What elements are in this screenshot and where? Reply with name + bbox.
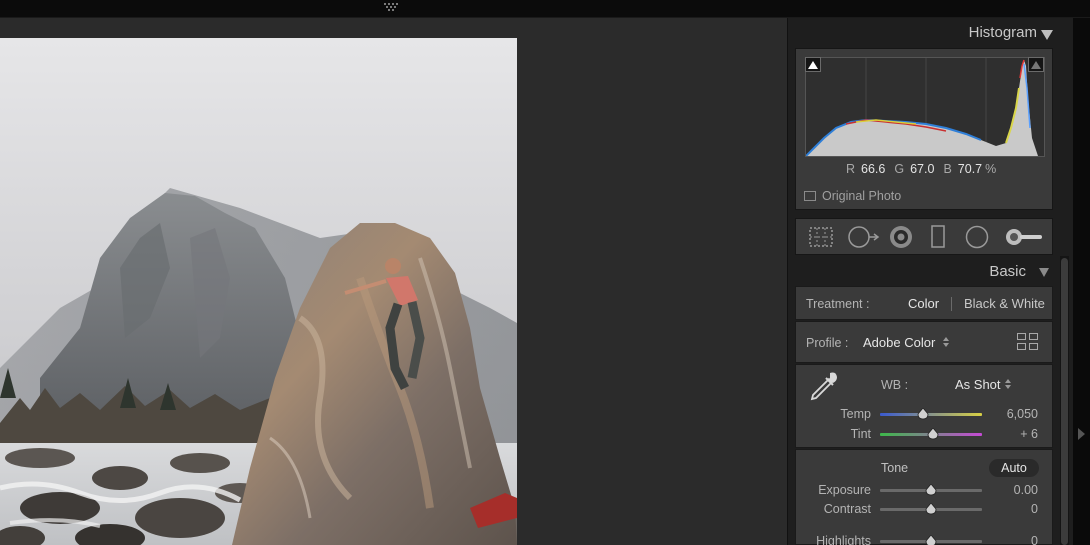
contrast-value[interactable]: 0 xyxy=(986,502,1038,516)
tint-label: Tint xyxy=(850,427,871,441)
treatment-section: Treatment : Color Black & White xyxy=(795,286,1053,320)
profile-updown-icon[interactable] xyxy=(943,337,949,347)
tint-slider-thumb[interactable] xyxy=(927,428,939,440)
g-value: 67.0 xyxy=(910,162,935,176)
original-photo-checkbox[interactable] xyxy=(804,191,816,201)
panel-scrollbar[interactable] xyxy=(1060,256,1069,545)
histogram-header[interactable]: Histogram xyxy=(795,22,1055,44)
wb-label: WB : xyxy=(881,378,909,392)
histogram-graph[interactable] xyxy=(805,57,1045,157)
top-panel-grip-icon[interactable] xyxy=(384,3,402,13)
exposure-value[interactable]: 0.00 xyxy=(986,483,1038,497)
original-photo-label: Original Photo xyxy=(822,189,902,203)
original-photo-toggle[interactable]: Original Photo xyxy=(804,189,901,203)
eyedropper-icon[interactable] xyxy=(806,369,840,408)
white-balance-section: WB : As Shot Temp 6,050 Tint + 6 xyxy=(795,364,1053,448)
exposure-label: Exposure xyxy=(818,483,871,497)
crop-overlay-icon[interactable] xyxy=(808,225,834,249)
contrast-label: Contrast xyxy=(823,502,871,516)
r-label: R xyxy=(846,162,856,176)
photo-preview-image[interactable] xyxy=(0,38,517,545)
tone-label: Tone xyxy=(881,461,909,475)
profile-label: Profile : xyxy=(806,336,849,350)
highlights-slider-thumb[interactable] xyxy=(925,535,937,545)
wb-updown-icon[interactable] xyxy=(1005,379,1011,389)
radial-filter-icon[interactable] xyxy=(964,225,990,249)
highlights-value[interactable]: 0 xyxy=(986,534,1038,545)
basic-title: Basic xyxy=(989,263,1026,280)
b-label: B xyxy=(943,162,952,176)
profile-section: Profile : Adobe Color xyxy=(795,321,1053,363)
treatment-bw-option[interactable]: Black & White xyxy=(964,296,1045,311)
percent-unit: % xyxy=(985,162,997,176)
highlight-clipping-toggle[interactable] xyxy=(1028,57,1044,72)
graduated-filter-icon[interactable] xyxy=(930,225,946,249)
temp-label: Temp xyxy=(840,407,871,421)
treatment-divider xyxy=(951,297,952,311)
exposure-slider-thumb[interactable] xyxy=(925,484,937,496)
profile-browser-grid-icon[interactable] xyxy=(1017,333,1039,351)
expand-arrow-icon[interactable] xyxy=(1078,428,1085,440)
photo-illustration xyxy=(0,38,517,545)
tone-section: Tone Auto Exposure 0.00 Contrast 0 Highl… xyxy=(795,449,1053,545)
top-panel-toggle-strip[interactable] xyxy=(0,0,1090,18)
rgb-readout: R 66.6 G 67.0 B 70.7% xyxy=(846,162,996,176)
collapse-triangle-icon[interactable] xyxy=(1041,30,1053,40)
temp-slider-track[interactable] xyxy=(880,413,982,416)
basic-header[interactable]: Basic xyxy=(795,260,1053,282)
wb-dropdown[interactable]: As Shot xyxy=(955,377,1001,392)
adjustment-brush-icon[interactable] xyxy=(1004,225,1044,249)
contrast-slider-thumb[interactable] xyxy=(925,503,937,515)
panel-scrollbar-thumb[interactable] xyxy=(1061,258,1068,545)
tool-strip xyxy=(795,218,1053,255)
g-label: G xyxy=(894,162,905,176)
lightroom-develop-window: Histogram R66.6G67.0B70.7% Original xyxy=(0,0,1090,545)
histogram-curve xyxy=(806,58,1038,156)
collapse-triangle-icon[interactable] xyxy=(1039,268,1049,277)
b-value: 70.7 xyxy=(957,162,983,176)
r-value: 66.6 xyxy=(861,162,886,176)
temp-slider-thumb[interactable] xyxy=(917,408,929,420)
highlights-label: Highlights xyxy=(816,534,871,545)
treatment-label: Treatment : xyxy=(806,297,870,311)
treatment-color-option[interactable]: Color xyxy=(908,296,939,311)
red-eye-icon[interactable] xyxy=(888,225,914,249)
profile-dropdown[interactable]: Adobe Color xyxy=(863,335,935,350)
photo-canvas[interactable] xyxy=(0,18,787,545)
histogram-panel: R 66.6 G 67.0 B 70.7% Original Photo xyxy=(795,48,1053,210)
auto-tone-button[interactable]: Auto xyxy=(989,459,1039,477)
tint-value[interactable]: + 6 xyxy=(986,427,1038,441)
spot-removal-icon[interactable] xyxy=(848,225,880,249)
histogram-title: Histogram xyxy=(968,24,1037,41)
shadow-clipping-toggle[interactable] xyxy=(805,57,821,72)
temp-value[interactable]: 6,050 xyxy=(986,407,1038,421)
right-panel-toggle[interactable] xyxy=(1073,18,1090,545)
